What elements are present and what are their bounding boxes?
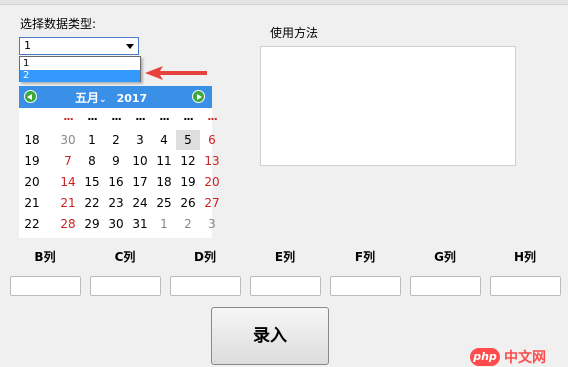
week-number: 21 — [24, 196, 40, 210]
weekday-header-cell: ... — [159, 110, 170, 123]
column-input[interactable] — [490, 276, 561, 296]
column-input[interactable] — [170, 276, 241, 296]
calendar-day[interactable]: 1 — [152, 214, 176, 234]
column-label: E列 — [274, 250, 296, 264]
watermark: php 中文网 — [470, 347, 568, 366]
calendar-day[interactable]: 29 — [80, 214, 104, 234]
calendar-day[interactable]: 27 — [200, 193, 224, 213]
calendar-day[interactable]: 19 — [176, 172, 200, 192]
calendar-day[interactable]: 26 — [176, 193, 200, 213]
watermark-badge: php — [470, 348, 500, 366]
calendar-day[interactable]: 30 — [56, 130, 80, 150]
column-label: D列 — [194, 250, 216, 264]
calendar-day[interactable]: 5 — [176, 130, 200, 150]
calendar-day[interactable]: 21 — [56, 193, 80, 213]
calendar-day[interactable]: 4 — [152, 130, 176, 150]
calendar-year[interactable]: 2017 — [117, 92, 148, 105]
column-label: B列 — [34, 250, 56, 264]
calendar-day[interactable]: 25 — [152, 193, 176, 213]
column-label: H列 — [513, 250, 537, 264]
dropdown-option-1[interactable]: 1 — [20, 58, 140, 70]
chevron-down-icon[interactable] — [126, 44, 134, 49]
column-label: G列 — [434, 250, 456, 264]
data-type-label: 选择数据类型: — [20, 17, 97, 31]
data-type-combobox[interactable]: 1 — [19, 37, 139, 55]
data-type-dropdown-list: 1 2 — [19, 56, 141, 82]
calendar-day[interactable]: 14 — [56, 172, 80, 192]
calendar-day[interactable]: 9 — [104, 151, 128, 171]
column-input[interactable] — [250, 276, 321, 296]
column-input[interactable] — [90, 276, 161, 296]
weekday-header-cell: ... — [63, 110, 74, 123]
calendar-title[interactable]: 五月⌄ 2017 — [75, 89, 147, 106]
calendar-day[interactable]: 23 — [104, 193, 128, 213]
column-input[interactable] — [410, 276, 481, 296]
combobox-value: 1 — [24, 39, 31, 52]
calendar-day[interactable]: 6 — [200, 130, 224, 150]
prev-month-icon[interactable] — [24, 90, 37, 103]
week-number: 22 — [24, 217, 40, 231]
calendar-day[interactable]: 28 — [56, 214, 80, 234]
calendar-day[interactable]: 16 — [104, 172, 128, 192]
watermark-text: 中文网 — [504, 350, 546, 366]
week-number: 20 — [24, 175, 40, 189]
calendar-day[interactable]: 3 — [200, 214, 224, 234]
column-label: C列 — [114, 250, 136, 264]
red-arrow-icon — [145, 66, 207, 80]
calendar-day[interactable]: 20 — [200, 172, 224, 192]
column-input[interactable] — [10, 276, 81, 296]
calendar-day[interactable]: 17 — [128, 172, 152, 192]
calendar-day[interactable]: 2 — [104, 130, 128, 150]
calendar-day[interactable]: 3 — [128, 130, 152, 150]
calendar-day[interactable]: 18 — [152, 172, 176, 192]
calendar-day[interactable]: 22 — [80, 193, 104, 213]
weekday-header-cell: ... — [183, 110, 194, 123]
calendar-day[interactable]: 13 — [200, 151, 224, 171]
column-input[interactable] — [330, 276, 401, 296]
week-number: 19 — [24, 154, 40, 168]
calendar-day[interactable]: 8 — [80, 151, 104, 171]
calendar-header: 五月⌄ 2017 — [19, 86, 212, 108]
calendar-day[interactable]: 31 — [128, 214, 152, 234]
next-month-icon[interactable] — [192, 90, 205, 103]
submit-button[interactable]: 录入 — [211, 307, 329, 365]
usage-textarea[interactable] — [260, 46, 516, 166]
column-label: F列 — [354, 250, 376, 264]
calendar-day[interactable]: 7 — [56, 151, 80, 171]
weekday-header-cell: ... — [111, 110, 122, 123]
calendar: 五月⌄ 2017 ..................... 18 30 1 2 3 4 5 6… — [19, 86, 220, 238]
weekday-header-cell: ... — [87, 110, 98, 123]
calendar-day[interactable]: 15 — [80, 172, 104, 192]
calendar-day[interactable]: 12 — [176, 151, 200, 171]
calendar-month[interactable]: 五月 — [75, 91, 99, 105]
weekday-header: ..................... — [19, 110, 218, 126]
usage-label: 使用方法 — [270, 26, 319, 40]
calendar-day[interactable]: 2 — [176, 214, 200, 234]
dropdown-option-2[interactable]: 2 — [20, 70, 140, 82]
window-top-edge — [0, 0, 568, 5]
weekday-header-cell: ... — [207, 110, 218, 123]
weekday-header-cell: ... — [135, 110, 146, 123]
calendar-day[interactable]: 30 — [104, 214, 128, 234]
calendar-day[interactable]: 10 — [128, 151, 152, 171]
week-number: 18 — [24, 133, 40, 147]
calendar-day[interactable]: 24 — [128, 193, 152, 213]
calendar-day[interactable]: 1 — [80, 130, 104, 150]
calendar-day[interactable]: 11 — [152, 151, 176, 171]
